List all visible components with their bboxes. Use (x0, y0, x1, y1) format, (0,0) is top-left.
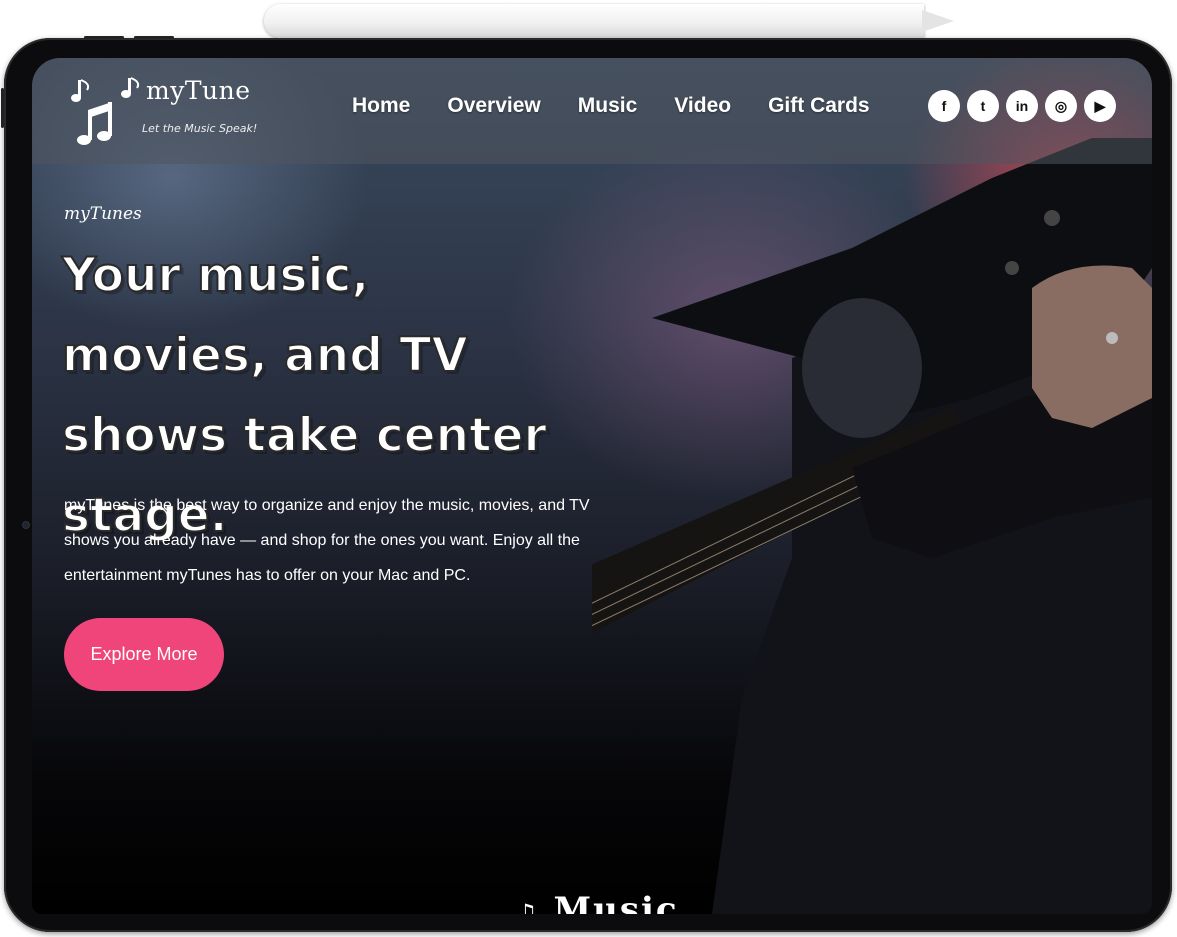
social-links: f t in ◎ ▶ (928, 90, 1116, 122)
facebook-icon[interactable]: f (928, 90, 960, 122)
nav-video[interactable]: Video (674, 94, 731, 118)
hero-description: myTunes is the best way to organize and … (64, 497, 590, 584)
youtube-icon[interactable]: ▶ (1084, 90, 1116, 122)
brand-name[interactable]: myTune (146, 76, 251, 105)
power-button (1, 88, 4, 128)
music-note-icon: ♫ (516, 898, 540, 914)
nav-overview[interactable]: Overview (447, 94, 540, 118)
stylus-tip (922, 10, 954, 32)
volume-button (134, 36, 174, 39)
nav-gift-cards[interactable]: Gift Cards (768, 94, 870, 118)
twitter-icon[interactable]: t (967, 90, 999, 122)
site-header: myTune Let the Music Speak! Home Overvie… (32, 58, 1152, 164)
next-section-heading: ♫ Music (516, 890, 679, 914)
explore-more-button[interactable]: Explore More (64, 618, 224, 691)
instagram-icon[interactable]: ◎ (1045, 90, 1077, 122)
nav-music[interactable]: Music (578, 94, 638, 118)
linkedin-icon[interactable]: in (1006, 90, 1038, 122)
front-camera (23, 522, 29, 528)
section-title: Music (553, 890, 679, 914)
volume-button (84, 36, 124, 39)
main-nav: Home Overview Music Video Gift Cards (352, 94, 907, 118)
nav-home[interactable]: Home (352, 94, 410, 118)
website-screen: myTune Let the Music Speak! Home Overvie… (32, 58, 1152, 914)
stylus-pencil (264, 4, 924, 38)
guitarist-image (592, 138, 1152, 914)
hero-eyebrow: myTunes (64, 204, 142, 224)
brand-tagline: Let the Music Speak! (142, 122, 258, 135)
